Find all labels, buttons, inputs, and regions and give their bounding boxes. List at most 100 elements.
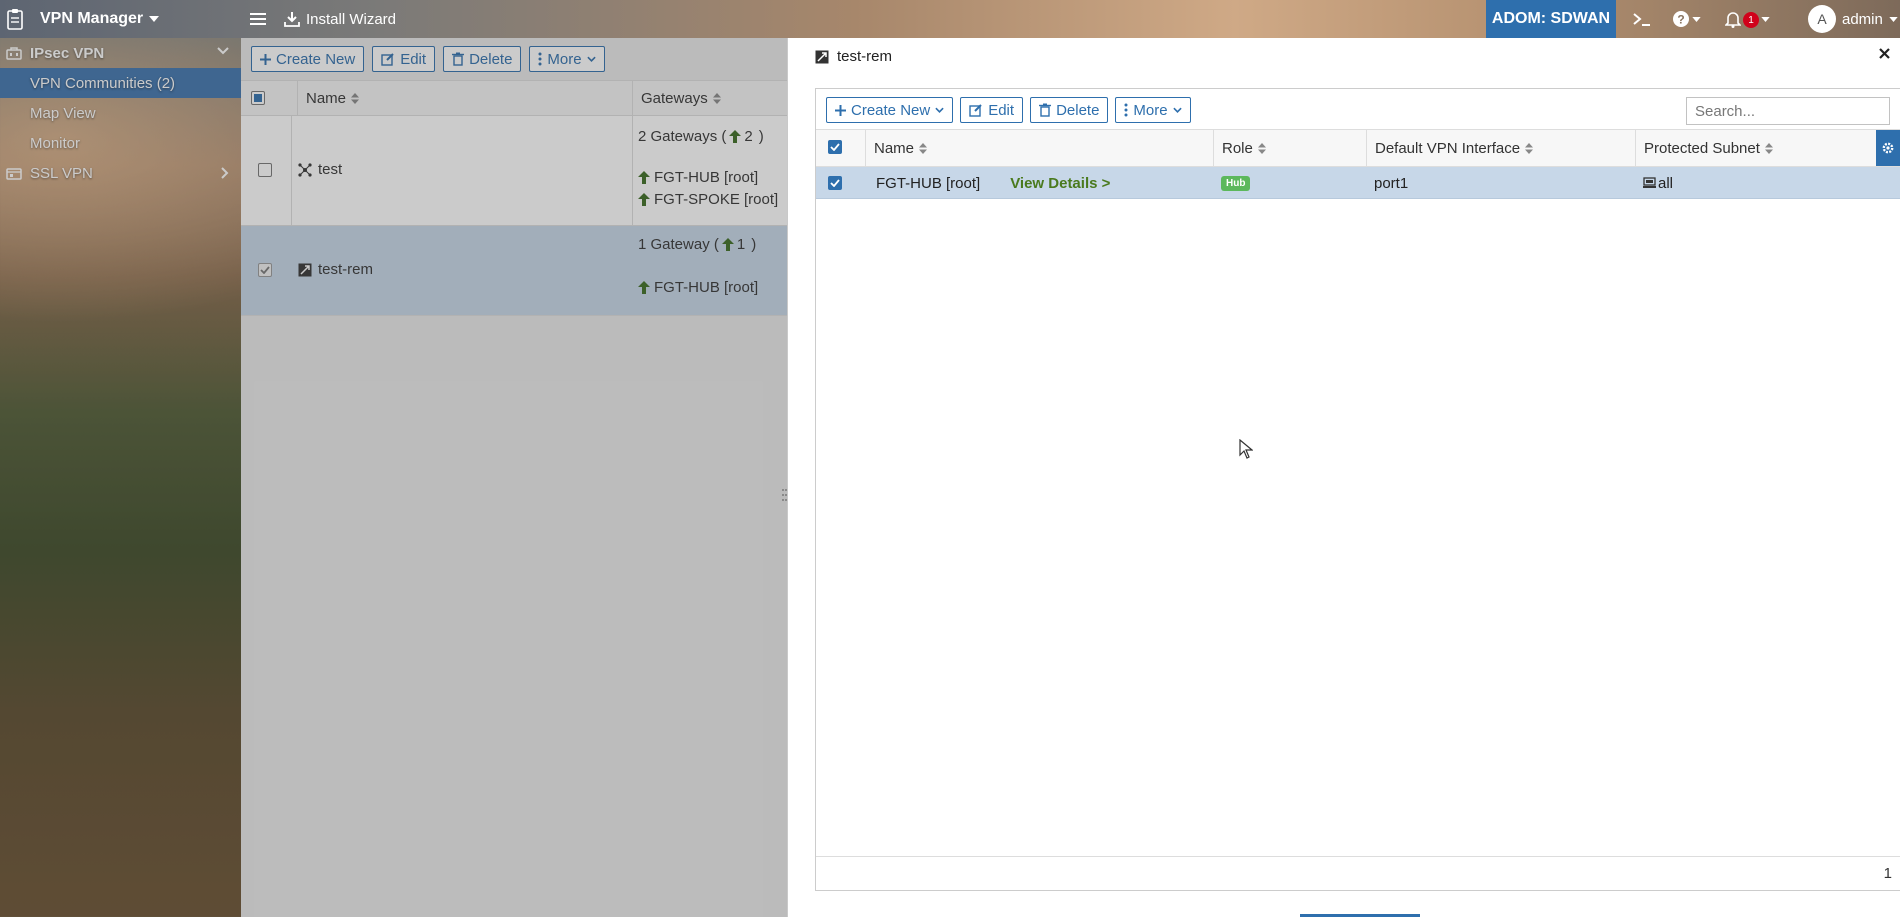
more-label: More: [1133, 101, 1168, 119]
more-button[interactable]: More: [1115, 97, 1191, 123]
gateway-item[interactable]: FGT-HUB [root]: [638, 279, 758, 296]
panel-title: test-rem: [837, 48, 893, 65]
sidebar: IPsec VPN VPN Communities (2) Map View M…: [0, 38, 241, 917]
help-icon: ?: [1672, 10, 1690, 28]
list-toolbar: Create New Edit Delete More: [251, 46, 605, 72]
install-wizard-label: Install Wizard: [306, 10, 397, 28]
resize-handle-icon[interactable]: [782, 488, 787, 502]
app-title: VPN Manager: [40, 10, 144, 27]
edit-label: Edit: [988, 101, 1015, 119]
sort-icon: [1764, 142, 1773, 154]
svg-text:?: ?: [1677, 13, 1684, 27]
caret-down-icon: [1761, 16, 1770, 22]
arrow-up-icon: [638, 171, 650, 184]
select-all-checkbox[interactable]: [828, 140, 842, 154]
column-header-gateways[interactable]: Gateways: [632, 80, 721, 116]
gateway-count: 2: [744, 128, 753, 145]
gateway-table-container: Create New Edit Delete More Name: [815, 88, 1900, 891]
sidebar-item-monitor[interactable]: Monitor: [0, 128, 241, 158]
search-input[interactable]: [1686, 97, 1890, 125]
gateway-summary-text: 1 Gateway (: [638, 236, 719, 253]
view-details-link[interactable]: View Details >: [1010, 175, 1110, 192]
row-checkbox[interactable]: [258, 163, 272, 177]
create-new-label: Create New: [851, 101, 931, 119]
table-footer: 1: [816, 856, 1900, 890]
sort-icon: [1257, 142, 1266, 154]
gateway-summary-end: ): [758, 128, 764, 145]
gateway-table-header: Name Role Default VPN Interface Protecte…: [816, 129, 1900, 167]
gateway-item[interactable]: FGT-HUB [root]: [638, 169, 758, 186]
clipboard-icon[interactable]: [6, 0, 24, 38]
cli-console-icon[interactable]: [1632, 0, 1652, 38]
caret-down-icon: [1889, 16, 1898, 22]
sidebar-group-label: IPsec VPN: [30, 44, 105, 62]
sidebar-group-ssl-vpn[interactable]: SSL VPN: [0, 158, 241, 188]
table-row[interactable]: FGT-HUB [root] View Details > Hub port1 …: [816, 167, 1900, 199]
sort-icon: [712, 92, 721, 104]
edit-button[interactable]: Edit: [960, 97, 1024, 123]
gateway-name: FGT-HUB [root]: [876, 174, 981, 192]
interface-value: port1: [1374, 174, 1409, 192]
sort-icon: [351, 92, 360, 104]
column-settings-gear-icon[interactable]: [1876, 130, 1900, 166]
sidebar-item-label: Monitor: [30, 134, 81, 152]
sidebar-item-label: VPN Communities (2): [30, 74, 176, 92]
plus-icon: [835, 104, 846, 116]
app-switcher[interactable]: VPN Manager: [40, 0, 160, 38]
download-icon: [284, 11, 300, 27]
edit-button[interactable]: Edit: [372, 46, 436, 72]
adom-selector[interactable]: ADOM: SDWAN: [1486, 0, 1616, 38]
column-header-name[interactable]: Name: [865, 130, 1213, 166]
column-header-label: Name: [306, 89, 347, 107]
gateway-item[interactable]: FGT-SPOKE [root]: [638, 191, 778, 208]
vpn-communities-list: Create New Edit Delete More Name Gateway…: [241, 38, 787, 917]
notification-badge: 1: [1743, 12, 1759, 28]
mouse-cursor-icon: [1239, 439, 1253, 459]
page-number[interactable]: 1: [1884, 865, 1892, 882]
close-icon[interactable]: [1879, 48, 1890, 59]
edit-label: Edit: [400, 50, 427, 68]
column-header-role[interactable]: Role: [1213, 130, 1366, 166]
delete-label: Delete: [469, 50, 513, 68]
more-button[interactable]: More: [529, 46, 605, 72]
help-menu[interactable]: ?: [1672, 0, 1701, 38]
gateway-name: FGT-HUB [root]: [654, 279, 759, 296]
create-new-button[interactable]: Create New: [251, 46, 365, 72]
community-detail-panel: test-rem Create New Edit Delete More Sea…: [782, 38, 1900, 917]
vertical-ellipsis-icon: [538, 52, 542, 66]
sidebar-group-label: SSL VPN: [30, 164, 93, 182]
mesh-topology-icon: [298, 162, 312, 177]
arrow-up-icon: [638, 281, 650, 294]
gateway-summary-text: 2 Gateways (: [638, 128, 727, 145]
sidebar-item-vpn-communities[interactable]: VPN Communities (2): [0, 68, 241, 98]
trash-icon: [1039, 103, 1052, 117]
user-menu[interactable]: A admin: [1808, 0, 1898, 38]
column-header-name[interactable]: Name: [298, 89, 360, 107]
column-header-default-vpn-interface[interactable]: Default VPN Interface: [1366, 130, 1635, 166]
create-new-label: Create New: [276, 50, 356, 68]
caret-down-icon: [1692, 16, 1701, 22]
edit-icon: [381, 52, 395, 66]
column-header-label: Default VPN Interface: [1375, 139, 1521, 157]
edit-icon: [969, 103, 983, 117]
delete-button[interactable]: Delete: [443, 46, 522, 72]
star-topology-icon: [298, 263, 312, 277]
hamburger-menu-icon[interactable]: [250, 0, 266, 38]
notifications[interactable]: 1: [1725, 0, 1770, 38]
column-header-protected-subnet[interactable]: Protected Subnet: [1635, 130, 1876, 166]
trash-icon: [452, 52, 465, 66]
vpn-icon: [6, 46, 22, 60]
gateway-summary: 1 Gateway ( 1 ): [638, 236, 756, 253]
create-new-button[interactable]: Create New: [826, 97, 954, 123]
select-all-checkbox[interactable]: [251, 91, 265, 105]
sidebar-item-map-view[interactable]: Map View: [0, 98, 241, 128]
row-checkbox-checked[interactable]: [828, 176, 842, 190]
sidebar-group-ipsec-vpn[interactable]: IPsec VPN: [0, 38, 241, 68]
caret-down-icon: [586, 56, 596, 62]
table-row[interactable]: test 2 Gateways ( 2 ) FGT-HUB [root] FGT…: [241, 116, 787, 226]
table-row[interactable]: test-rem 1 Gateway ( 1 ) FGT-HUB [root]: [241, 226, 787, 316]
install-wizard-button[interactable]: Install Wizard: [284, 0, 396, 38]
row-checkbox-checked[interactable]: [258, 263, 272, 277]
delete-button[interactable]: Delete: [1030, 97, 1109, 123]
sort-icon: [919, 142, 928, 154]
